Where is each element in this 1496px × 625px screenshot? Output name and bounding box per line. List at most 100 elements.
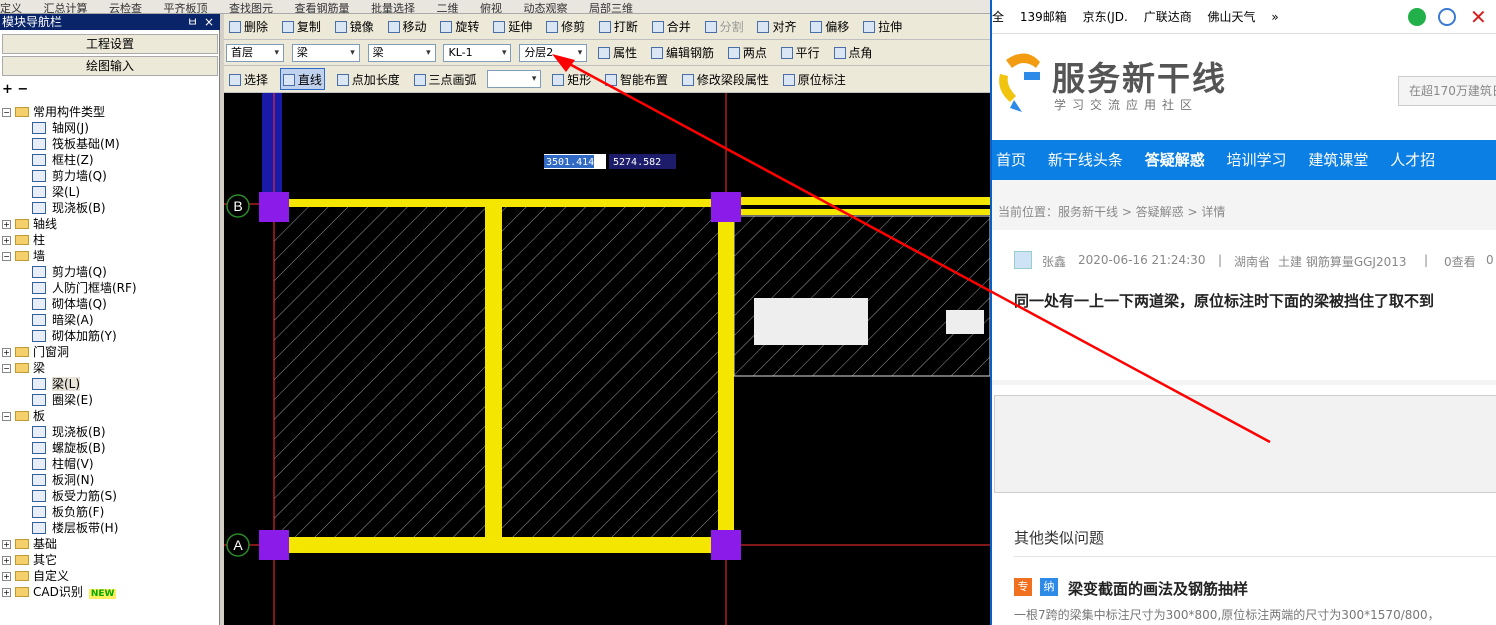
copy-button[interactable]: 复制 (280, 16, 323, 38)
tree-item[interactable]: 楼层板带(H) (32, 520, 118, 536)
nav-item-headlines[interactable]: 新干线头条 (1048, 140, 1123, 180)
delete-button[interactable]: 删除 (227, 16, 270, 38)
tree-folder[interactable]: + 基础 (2, 536, 57, 552)
answer-box[interactable] (994, 395, 1496, 493)
site-search-input[interactable]: 在超170万建筑日 (1398, 76, 1496, 106)
smart-layout-button[interactable]: 智能布置 (603, 69, 670, 91)
beam-top[interactable] (274, 199, 724, 207)
tree-item[interactable]: 剪力墙(Q) (32, 168, 107, 184)
tree-item[interactable]: 砌体加筋(Y) (32, 328, 117, 344)
bookmark-item[interactable]: 广联达商 (1144, 10, 1192, 24)
point-length-button[interactable]: 点加长度 (335, 69, 402, 91)
expand-icon[interactable]: + (2, 556, 11, 565)
parallel-button[interactable]: 平行 (779, 42, 822, 64)
collapse-icon[interactable]: − (2, 364, 11, 373)
column-purple[interactable] (259, 192, 289, 222)
tree-item[interactable]: 暗梁(A) (32, 312, 94, 328)
beam-bottom[interactable] (274, 537, 724, 553)
select-button[interactable]: 选择 (227, 69, 270, 91)
component-type-select[interactable]: 梁 (367, 44, 436, 62)
component-category-select[interactable]: 梁 (291, 44, 360, 62)
break-button[interactable]: 打断 (597, 16, 640, 38)
topbar-item[interactable]: 俯视 (480, 2, 502, 13)
tree-folder[interactable]: − 板 (2, 408, 45, 424)
offset-button[interactable]: 偏移 (808, 16, 851, 38)
nav-item-qa[interactable]: 答疑解惑 (1145, 140, 1205, 180)
tree-item[interactable]: 螺旋板(B) (32, 440, 106, 456)
split-button[interactable]: 分割 (703, 16, 746, 38)
tree-folder[interactable]: + 轴线 (2, 216, 57, 232)
tree-folder[interactable]: − 常用构件类型 (2, 104, 105, 120)
bookmark-item[interactable]: 京东(JD. (1083, 10, 1128, 24)
tree-item[interactable]: 圈梁(E) (32, 392, 93, 408)
pin-icon[interactable]: ㅂ (187, 14, 198, 30)
bookmark-item[interactable]: 佛山天气 (1208, 10, 1256, 24)
tree-folder[interactable]: + 其它 (2, 552, 57, 568)
tree-item[interactable]: 现浇板(B) (32, 200, 106, 216)
topbar-item[interactable]: 批量选择 (371, 2, 415, 13)
modify-beam-props-button[interactable]: 修改梁段属性 (680, 69, 771, 91)
tree-item[interactable]: 梁(L) (32, 376, 81, 392)
tree-folder[interactable]: − 梁 (2, 360, 45, 376)
post-author[interactable]: 张鑫 (1042, 253, 1066, 270)
expand-collapse-icons[interactable]: + − (2, 82, 28, 97)
column-purple[interactable] (711, 530, 741, 560)
tree-item[interactable]: 框柱(Z) (32, 152, 94, 168)
topbar-item[interactable]: 动态观察 (524, 2, 568, 13)
tree-item[interactable]: 砌体墙(Q) (32, 296, 107, 312)
stretch-button[interactable]: 拉伸 (861, 16, 904, 38)
tree-folder[interactable]: − 墙 (2, 248, 45, 264)
project-settings-button[interactable]: 工程设置 (2, 34, 218, 54)
component-name-select[interactable]: KL-1 (443, 44, 512, 62)
tree-item[interactable]: 人防门框墙(RF) (32, 280, 137, 296)
expand-icon[interactable]: + (2, 220, 11, 229)
two-points-button[interactable]: 两点 (726, 42, 769, 64)
tree-item[interactable]: 剪力墙(Q) (32, 264, 107, 280)
tree-item[interactable]: 板洞(N) (32, 472, 94, 488)
tree-folder[interactable]: + 柱 (2, 232, 45, 248)
nav-item-training[interactable]: 培训学习 (1227, 140, 1287, 180)
column-blue[interactable] (262, 93, 282, 203)
slab-hatched-right[interactable] (734, 216, 990, 376)
align-button[interactable]: 对齐 (755, 16, 798, 38)
tree-item[interactable]: 板受力筋(S) (32, 488, 117, 504)
column-purple[interactable] (259, 530, 289, 560)
nav-item-home[interactable]: 首页 (996, 140, 1026, 180)
rotate-button[interactable]: 旋转 (438, 16, 481, 38)
tree-folder[interactable]: + 自定义 (2, 568, 69, 584)
tree-item[interactable]: 现浇板(B) (32, 424, 106, 440)
tree-item[interactable]: 筏板基础(M) (32, 136, 120, 152)
bookmark-item[interactable]: 全 (992, 10, 1004, 24)
tree-item[interactable]: 柱帽(V) (32, 456, 94, 472)
topbar-item[interactable]: 平齐板顶 (164, 2, 208, 13)
collapse-icon[interactable]: − (2, 108, 11, 117)
bookmarks-overflow[interactable]: » (1271, 10, 1278, 24)
topbar-item[interactable]: 汇总计算 (44, 2, 88, 13)
tree-item[interactable]: 轴网(J) (32, 120, 89, 136)
move-button[interactable]: 移动 (386, 16, 429, 38)
minimize-icon[interactable] (1438, 8, 1456, 26)
expand-icon[interactable]: + (2, 588, 11, 597)
column-purple[interactable] (711, 192, 741, 222)
topbar-item[interactable]: 云检查 (109, 2, 142, 13)
collapse-icon[interactable]: − (2, 412, 11, 421)
author-avatar[interactable] (1014, 251, 1032, 269)
similar-item-title[interactable]: 梁变截面的画法及钢筋抽样 (1068, 578, 1248, 599)
expand-icon[interactable]: + (2, 572, 11, 581)
rectangle-button[interactable]: 矩形 (550, 69, 593, 91)
beam-middle-vertical[interactable] (485, 207, 502, 539)
arc-option-select[interactable] (487, 70, 542, 88)
close-icon[interactable]: × (204, 14, 214, 30)
beam-top-right-lower[interactable] (734, 209, 990, 215)
line-button[interactable]: 直线 (279, 68, 325, 90)
nav-item-classroom[interactable]: 建筑课堂 (1308, 140, 1368, 180)
properties-button[interactable]: 属性 (596, 42, 639, 64)
beam-right-vertical[interactable] (718, 207, 734, 539)
drawing-input-button[interactable]: 绘图输入 (2, 56, 218, 76)
close-icon[interactable]: ✕ (1470, 0, 1487, 34)
point-angle-button[interactable]: 点角 (832, 42, 875, 64)
extend-button[interactable]: 延伸 (491, 16, 534, 38)
in-situ-annotation-button[interactable]: 原位标注 (781, 69, 848, 91)
topbar-item[interactable]: 二维 (437, 2, 459, 13)
expand-icon[interactable]: + (2, 540, 11, 549)
